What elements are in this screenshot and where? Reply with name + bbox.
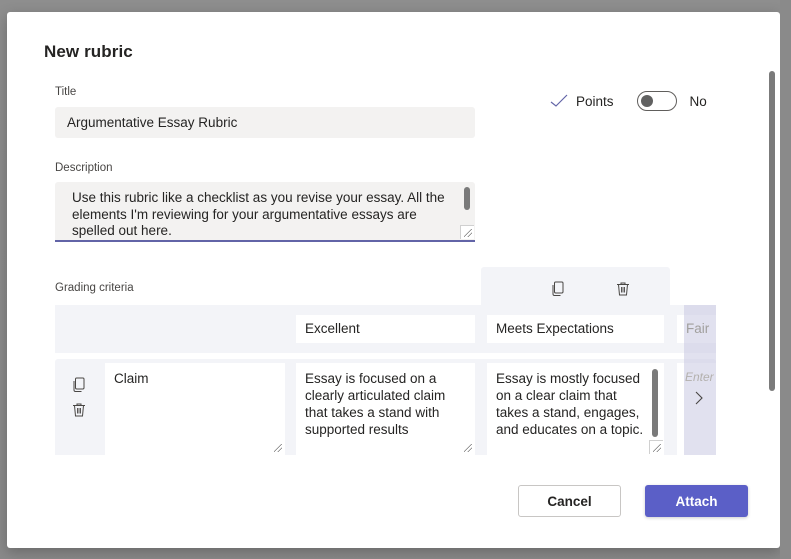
cancel-button[interactable]: Cancel bbox=[518, 485, 621, 517]
chevron-right-icon[interactable] bbox=[694, 391, 704, 405]
resize-handle-icon[interactable] bbox=[460, 440, 474, 454]
description-label: Description bbox=[55, 162, 113, 174]
description-scrollbar[interactable] bbox=[464, 187, 470, 210]
copy-criterion-button[interactable] bbox=[69, 375, 89, 395]
description-text: Use this rubric like a checklist as you … bbox=[72, 190, 445, 238]
scroll-right-overlay[interactable]: Fair Enter bbox=[684, 305, 716, 455]
grading-criteria-label: Grading criteria bbox=[55, 282, 134, 294]
trash-icon bbox=[617, 282, 629, 296]
criterion-name-input[interactable]: Claim bbox=[105, 363, 285, 455]
level-header-meets-expectations[interactable]: Meets Expectations bbox=[487, 315, 664, 343]
check-icon bbox=[550, 94, 568, 107]
column-actions-panel bbox=[481, 267, 670, 307]
copy-icon bbox=[73, 377, 85, 392]
meets-expectations-description: Essay is mostly focused on a clear claim… bbox=[496, 371, 644, 437]
resize-handle-icon[interactable] bbox=[649, 440, 663, 454]
cell-scrollbar[interactable] bbox=[652, 369, 658, 437]
title-input[interactable]: Argumentative Essay Rubric bbox=[55, 107, 475, 138]
meets-expectations-description-input[interactable]: Essay is mostly focused on a clear claim… bbox=[487, 363, 664, 455]
trash-icon bbox=[73, 403, 85, 417]
dialog-title: New rubric bbox=[44, 42, 133, 61]
dialog-scrollbar[interactable] bbox=[769, 71, 775, 391]
excellent-description-input[interactable]: Essay is focused on a clearly articulate… bbox=[296, 363, 475, 455]
delete-criterion-button[interactable] bbox=[69, 400, 89, 420]
excellent-description: Essay is focused on a clearly articulate… bbox=[305, 371, 446, 437]
level-header-excellent[interactable]: Excellent bbox=[296, 315, 475, 343]
resize-handle-icon[interactable] bbox=[270, 440, 284, 454]
copy-icon bbox=[552, 281, 564, 296]
copy-column-button[interactable] bbox=[548, 279, 568, 299]
points-setting: Points No bbox=[550, 91, 707, 111]
toggle-knob bbox=[640, 95, 653, 107]
new-rubric-dialog: New rubric Title Argumentative Essay Rub… bbox=[7, 12, 780, 548]
attach-button[interactable]: Attach bbox=[645, 485, 748, 517]
description-textarea[interactable]: Use this rubric like a checklist as you … bbox=[55, 182, 475, 242]
resize-handle-icon[interactable] bbox=[460, 225, 474, 239]
points-toggle[interactable] bbox=[636, 91, 677, 111]
criterion-name: Claim bbox=[114, 371, 149, 386]
fair-description-placeholder: Enter bbox=[685, 370, 714, 384]
points-label: Points bbox=[576, 93, 614, 109]
points-toggle-state: No bbox=[689, 93, 707, 109]
background-app-edge bbox=[780, 0, 791, 559]
delete-column-button[interactable] bbox=[613, 279, 633, 299]
criterion-row: Claim Essay is focused on a clearly arti… bbox=[55, 359, 716, 455]
title-label: Title bbox=[55, 86, 77, 98]
grading-header-row: Excellent Meets Expectations bbox=[55, 305, 737, 353]
level-header-fair: Fair bbox=[686, 321, 710, 336]
